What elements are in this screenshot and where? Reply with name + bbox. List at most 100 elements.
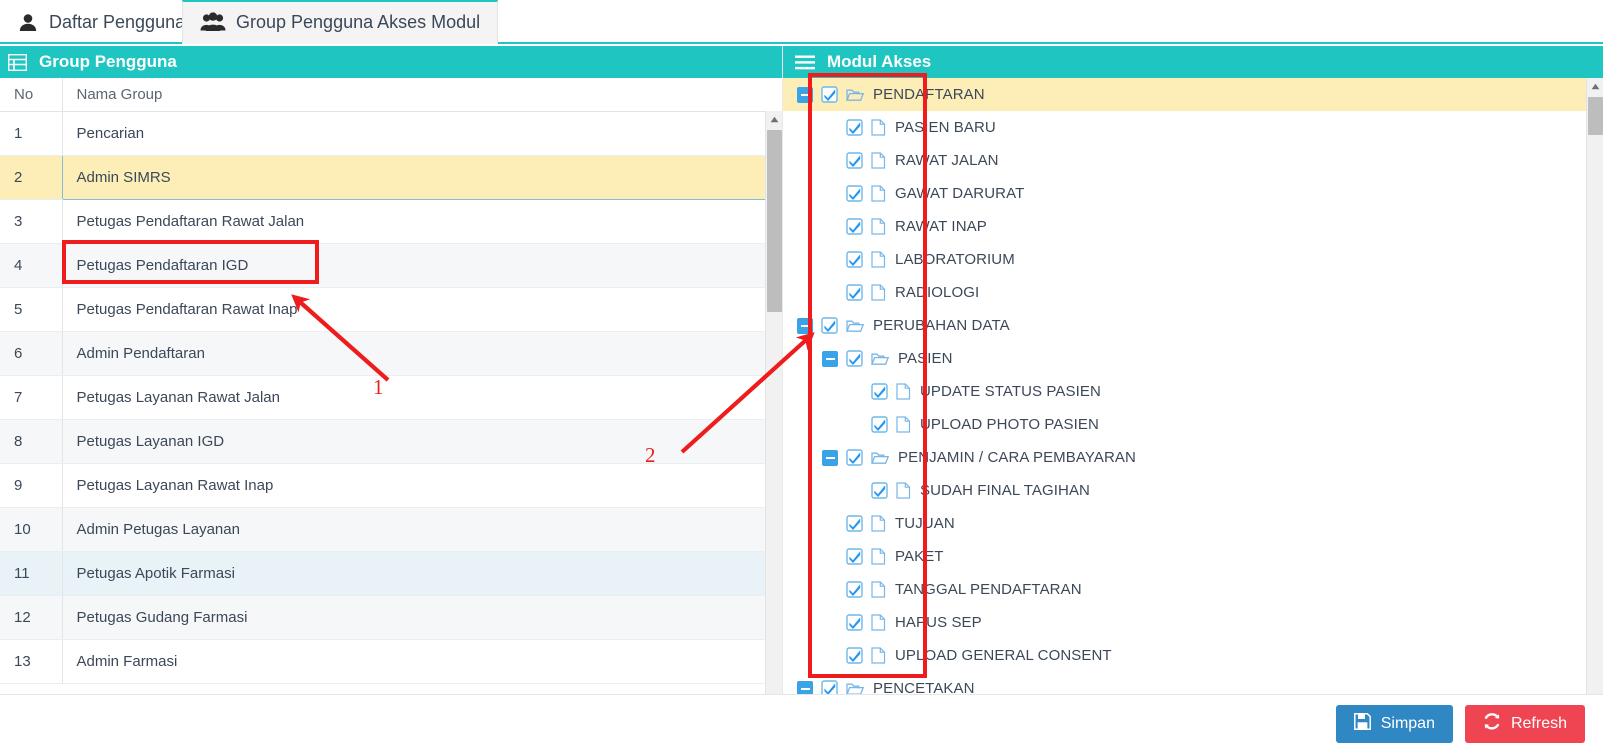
- checkbox-checked-icon[interactable]: [846, 647, 863, 664]
- tree-node-label: TANGGAL PENDAFTARAN: [895, 581, 1082, 598]
- tree-node[interactable]: PASIEN: [783, 342, 1587, 375]
- panel-title: Modul Akses: [827, 52, 932, 71]
- checkbox-checked-icon[interactable]: [846, 152, 863, 169]
- tree-node[interactable]: GAWAT DARURAT: [783, 177, 1587, 210]
- tree-node[interactable]: PENDAFTARAN: [783, 78, 1587, 111]
- cell-no: 6: [0, 331, 62, 376]
- save-button[interactable]: Simpan: [1335, 704, 1453, 743]
- checkbox-checked-icon[interactable]: [846, 614, 863, 631]
- cell-no: 2: [0, 155, 62, 200]
- table-row[interactable]: 10 Admin Petugas Layanan: [0, 507, 765, 552]
- file-icon: [871, 647, 886, 664]
- checkbox-checked-icon[interactable]: [846, 251, 863, 268]
- tree-node[interactable]: PASIEN BARU: [783, 111, 1587, 144]
- table-row[interactable]: 1 Pencarian: [0, 111, 765, 156]
- tree-node[interactable]: RAWAT JALAN: [783, 144, 1587, 177]
- collapse-minus-icon[interactable]: [822, 350, 838, 367]
- modul-akses-header: Modul Akses: [783, 46, 1603, 78]
- refresh-button[interactable]: Refresh: [1464, 704, 1585, 743]
- checkbox-checked-icon[interactable]: [846, 119, 863, 136]
- table-row[interactable]: 13 Admin Farmasi: [0, 639, 765, 684]
- checkbox-checked-icon[interactable]: [821, 86, 838, 103]
- scroll-up-arrow-icon[interactable]: [1587, 78, 1603, 95]
- tree-node[interactable]: PENJAMIN / CARA PEMBAYARAN: [783, 441, 1587, 474]
- tree-node-label: RAWAT INAP: [895, 218, 987, 235]
- table-row[interactable]: 4 Petugas Pendaftaran IGD: [0, 243, 765, 288]
- cell-nama-group: Admin Farmasi: [61, 639, 765, 684]
- table-row[interactable]: 2 Admin SIMRS: [0, 154, 766, 200]
- tab-bar: Daftar Pengguna Group Pengguna Akses Mod…: [0, 0, 1603, 44]
- cell-no: 11: [0, 551, 62, 596]
- tree-node[interactable]: TUJUAN: [783, 507, 1587, 540]
- folder-open-icon: [871, 351, 889, 367]
- scroll-up-arrow-icon[interactable]: [766, 111, 782, 128]
- refresh-button-label: Refresh: [1510, 714, 1567, 732]
- checkbox-checked-icon[interactable]: [846, 581, 863, 598]
- checkbox-checked-icon[interactable]: [846, 284, 863, 301]
- app-root: Daftar Pengguna Group Pengguna Akses Mod…: [0, 0, 1603, 752]
- tree-node-label: PENJAMIN / CARA PEMBAYARAN: [898, 449, 1136, 466]
- left-scroll-thumb[interactable]: [767, 130, 782, 312]
- tree-node[interactable]: RAWAT INAP: [783, 210, 1587, 243]
- users-icon: [200, 12, 226, 32]
- tree-node[interactable]: UPLOAD GENERAL CONSENT: [783, 639, 1587, 672]
- left-panel-scrollbar[interactable]: [765, 111, 782, 734]
- tree-node[interactable]: HAPUS SEP: [783, 606, 1587, 639]
- tree-node[interactable]: UPLOAD PHOTO PASIEN: [783, 408, 1587, 441]
- tab-label: Daftar Pengguna: [49, 11, 186, 32]
- tree-node-label: PENDAFTARAN: [873, 86, 985, 103]
- tree-node-label: TUJUAN: [895, 515, 955, 532]
- cell-no: 13: [0, 639, 62, 684]
- table-row[interactable]: 8 Petugas Layanan IGD: [0, 419, 765, 464]
- collapse-minus-icon[interactable]: [797, 86, 813, 103]
- tree-node-label: SUDAH FINAL TAGIHAN: [920, 482, 1090, 499]
- tree-node[interactable]: LABORATORIUM: [783, 243, 1587, 276]
- table-row[interactable]: 3 Petugas Pendaftaran Rawat Jalan: [0, 199, 765, 244]
- folder-open-icon: [846, 318, 864, 334]
- checkbox-checked-icon[interactable]: [871, 482, 888, 499]
- table-row[interactable]: 11 Petugas Apotik Farmasi: [0, 551, 765, 596]
- checkbox-checked-icon[interactable]: [846, 548, 863, 565]
- tree-node[interactable]: SUDAH FINAL TAGIHAN: [783, 474, 1587, 507]
- tab-group-pengguna-akses-modul[interactable]: Group Pengguna Akses Modul: [182, 0, 499, 44]
- checkbox-checked-icon[interactable]: [871, 383, 888, 400]
- file-icon: [896, 416, 911, 433]
- modul-tree-container: PENDAFTARAN PASIEN BARU RAWAT JALAN GAWAT D…: [783, 78, 1603, 734]
- group-table-container: No Nama Group 1 Pencarian 2 Admin SIMRS 3 Pet…: [0, 78, 782, 734]
- tree-node[interactable]: UPDATE STATUS PASIEN: [783, 375, 1587, 408]
- file-icon: [871, 251, 886, 268]
- tree-node[interactable]: PERUBAHAN DATA: [783, 309, 1587, 342]
- checkbox-checked-icon[interactable]: [846, 218, 863, 235]
- table-row[interactable]: 7 Petugas Layanan Rawat Jalan: [0, 375, 765, 420]
- cell-no: 8: [0, 419, 62, 464]
- collapse-minus-icon[interactable]: [822, 449, 838, 466]
- table-row[interactable]: 12 Petugas Gudang Farmasi: [0, 595, 765, 640]
- checkbox-checked-icon[interactable]: [871, 416, 888, 433]
- collapse-minus-icon[interactable]: [797, 317, 813, 334]
- right-panel-scrollbar[interactable]: [1586, 78, 1603, 734]
- table-row[interactable]: 6 Admin Pendaftaran: [0, 331, 765, 376]
- right-scroll-thumb[interactable]: [1588, 97, 1603, 135]
- table-row[interactable]: 9 Petugas Layanan Rawat Inap: [0, 463, 765, 508]
- checkbox-checked-icon[interactable]: [846, 515, 863, 532]
- cell-nama-group: Petugas Layanan Rawat Jalan: [61, 375, 765, 420]
- checkbox-checked-icon[interactable]: [846, 449, 863, 466]
- tree-node[interactable]: RADIOLOGI: [783, 276, 1587, 309]
- tree-node[interactable]: PAKET: [783, 540, 1587, 573]
- checkbox-checked-icon[interactable]: [846, 185, 863, 202]
- cell-nama-group: Petugas Gudang Farmasi: [61, 595, 765, 640]
- table-row[interactable]: 5 Petugas Pendaftaran Rawat Inap: [0, 287, 765, 332]
- tree-node-label: UPLOAD PHOTO PASIEN: [920, 416, 1099, 433]
- tab-daftar-pengguna[interactable]: Daftar Pengguna: [0, 0, 202, 44]
- modul-akses-panel: Modul Akses PENDAFTARAN PASIEN BARU RAWAT …: [782, 46, 1603, 734]
- tree-node[interactable]: TANGGAL PENDAFTARAN: [783, 573, 1587, 606]
- file-icon: [871, 185, 886, 202]
- save-button-label: Simpan: [1380, 714, 1435, 732]
- checkbox-checked-icon[interactable]: [846, 350, 863, 367]
- group-table: No Nama Group 1 Pencarian 2 Admin SIMRS 3 Pet…: [0, 78, 766, 684]
- checkbox-checked-icon[interactable]: [821, 317, 838, 334]
